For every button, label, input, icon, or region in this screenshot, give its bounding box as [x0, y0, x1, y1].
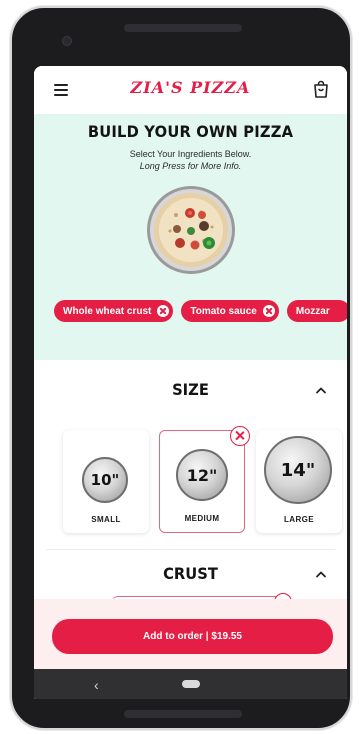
builder-hint: Long Press for More Info. — [139, 161, 242, 171]
size-option-label: MEDIUM — [184, 514, 220, 523]
back-icon[interactable]: ‹ — [94, 677, 99, 693]
pan-10-icon: 10" — [82, 457, 128, 503]
chip-label: Tomato sauce — [190, 305, 257, 317]
size-option-small[interactable]: 10" SMALL — [63, 430, 149, 533]
app-screen: ZIA'S PIZZA BUILD YOUR OWN PIZZA Select … — [34, 66, 347, 699]
phone-camera — [62, 36, 72, 46]
size-option-large[interactable]: 14" LARGE — [256, 430, 342, 533]
size-option-label: SMALL — [91, 515, 121, 524]
chip-mozzarella[interactable]: Mozzar — [286, 300, 347, 322]
pizza-builder-hero: BUILD YOUR OWN PIZZA Select Your Ingredi… — [34, 114, 347, 360]
section-divider — [46, 549, 335, 550]
deselect-size-icon[interactable] — [230, 426, 250, 446]
pan-12-icon: 12" — [176, 449, 228, 501]
builder-subtitle: Select Your Ingredients Below. — [129, 149, 252, 159]
chevron-up-icon[interactable] — [315, 570, 327, 578]
app-header: ZIA'S PIZZA — [34, 66, 347, 114]
phone-speaker-bottom — [124, 710, 242, 718]
pan-14-icon: 14" — [264, 436, 332, 504]
chip-label: Mozzar — [295, 305, 330, 317]
chip-label: Whole wheat crust — [63, 305, 152, 317]
builder-title: BUILD YOUR OWN PIZZA — [87, 122, 294, 141]
brand-logo: ZIA'S PIZZA — [130, 78, 251, 97]
android-nav-bar: ‹ — [34, 669, 347, 699]
size-option-label: LARGE — [284, 515, 314, 524]
add-to-order-button[interactable]: Add to order | $19.55 — [52, 619, 333, 654]
chip-tomato-sauce[interactable]: Tomato sauce — [181, 300, 279, 322]
size-section-title: SIZE — [172, 380, 209, 399]
size-option-medium[interactable]: 12" MEDIUM — [159, 430, 245, 533]
phone-speaker-top — [124, 24, 242, 32]
remove-chip-icon[interactable] — [157, 305, 170, 317]
selected-ingredients-chips: Whole wheat crust Tomato sauce Mozzar — [54, 300, 347, 326]
crust-section-title: CRUST — [163, 564, 218, 583]
order-footer: Add to order | $19.55 — [34, 599, 347, 669]
home-icon[interactable] — [182, 680, 200, 688]
phone-frame: ZIA'S PIZZA BUILD YOUR OWN PIZZA Select … — [10, 6, 352, 730]
shopping-bag-icon[interactable] — [313, 80, 329, 98]
chevron-up-icon[interactable] — [315, 386, 327, 394]
chip-whole-wheat-crust[interactable]: Whole wheat crust — [54, 300, 174, 322]
remove-chip-icon[interactable] — [262, 305, 275, 317]
pizza-preview-image — [147, 186, 235, 274]
